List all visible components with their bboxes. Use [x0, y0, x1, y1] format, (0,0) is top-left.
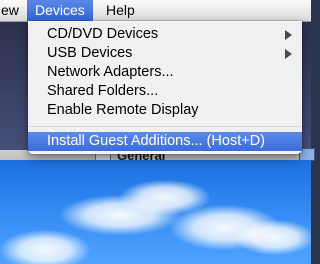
menu-item-enable-remote-display[interactable]: Enable Remote Display — [28, 101, 302, 120]
menu-item-install-guest-additions[interactable]: Install Guest Additions... (Host+D) — [28, 132, 302, 151]
menu-item-shared-folders[interactable]: Shared Folders... — [28, 82, 302, 101]
menu-item-label: Shared Folders... — [47, 83, 159, 99]
menu-separator — [29, 126, 301, 127]
menu-devices[interactable]: Devices — [27, 0, 93, 21]
menu-view[interactable]: ew — [0, 0, 27, 21]
menu-item-label: CD/DVD Devices — [47, 26, 159, 42]
devices-dropdown-menu: CD/DVD Devices USB Devices Network Adapt… — [28, 21, 302, 154]
menu-help[interactable]: Help — [98, 0, 143, 21]
menu-item-usb-devices[interactable]: USB Devices — [28, 44, 302, 63]
submenu-arrow-icon — [285, 49, 292, 59]
menu-bar: ew Devices Help — [0, 0, 311, 22]
menu-item-label: Enable Remote Display — [47, 102, 199, 118]
guest-desktop-wallpaper — [0, 160, 311, 264]
menu-item-network-adapters[interactable]: Network Adapters... — [28, 63, 302, 82]
menu-item-label: Install Guest Additions... (Host+D) — [47, 133, 265, 149]
menu-item-label: Network Adapters... — [47, 64, 174, 80]
submenu-arrow-icon — [285, 30, 292, 40]
menu-item-label: USB Devices — [47, 45, 133, 61]
menu-item-cd-dvd-devices[interactable]: CD/DVD Devices — [28, 25, 302, 44]
